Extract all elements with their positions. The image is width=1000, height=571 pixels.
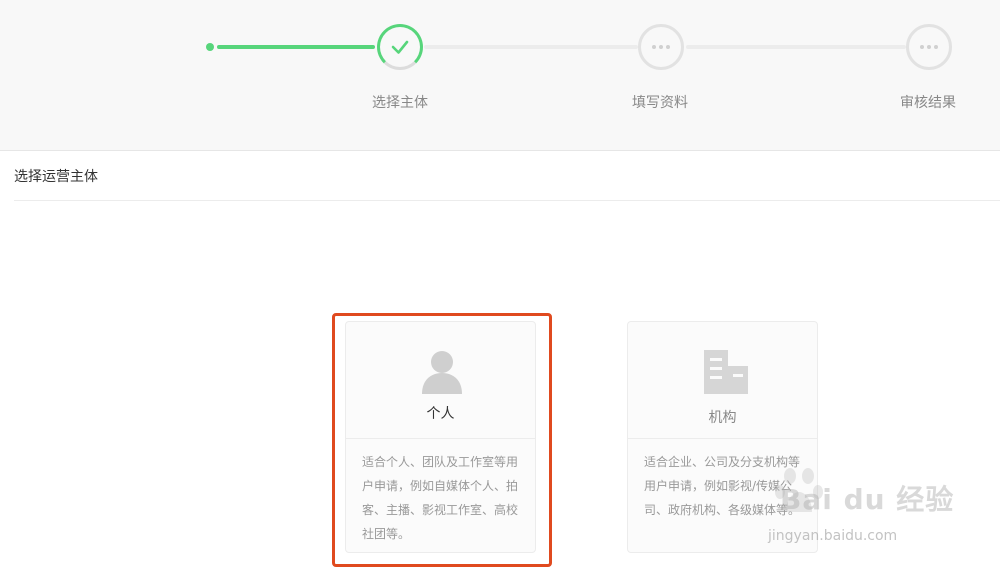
more-dots-icon	[920, 45, 938, 49]
user-icon	[422, 351, 462, 394]
step-3-circle	[906, 24, 952, 70]
step-1-label: 选择主体	[372, 95, 428, 111]
card-divider	[628, 438, 817, 439]
step-2-circle	[638, 24, 684, 70]
stepper-bar: 选择主体 填写资料 审核结果	[0, 0, 1000, 151]
stepper-track-pending-2	[686, 45, 906, 49]
more-dots-icon	[652, 45, 670, 49]
watermark-url: jingyan.baidu.com	[768, 528, 898, 544]
stepper-start-dot	[206, 43, 214, 51]
stepper-track-completed	[217, 45, 375, 49]
personal-card-title: 个人	[426, 406, 455, 422]
personal-card-header[interactable]: 个人	[346, 322, 535, 438]
organization-card-title: 机构	[708, 410, 737, 426]
step-1-circle	[377, 24, 423, 70]
watermark-text: Bai du 经验	[780, 483, 955, 516]
section-divider	[14, 200, 1000, 201]
personal-card-description: 适合个人、团队及工作室等用户申请，例如自媒体个人、拍客、主播、影视工作室、高校社…	[362, 455, 519, 541]
personal-card[interactable]: 个人 适合个人、团队及工作室等用户申请，例如自媒体个人、拍客、主播、影视工作室、…	[345, 321, 536, 553]
building-icon	[704, 350, 748, 394]
section-title: 选择运营主体	[14, 169, 98, 185]
step-3-label: 审核结果	[900, 95, 956, 111]
organization-card-header[interactable]: 机构	[628, 322, 817, 438]
stepper-track-pending-1	[424, 45, 638, 49]
step-2-label: 填写资料	[632, 95, 688, 111]
card-divider	[346, 438, 535, 439]
check-icon	[391, 40, 409, 54]
